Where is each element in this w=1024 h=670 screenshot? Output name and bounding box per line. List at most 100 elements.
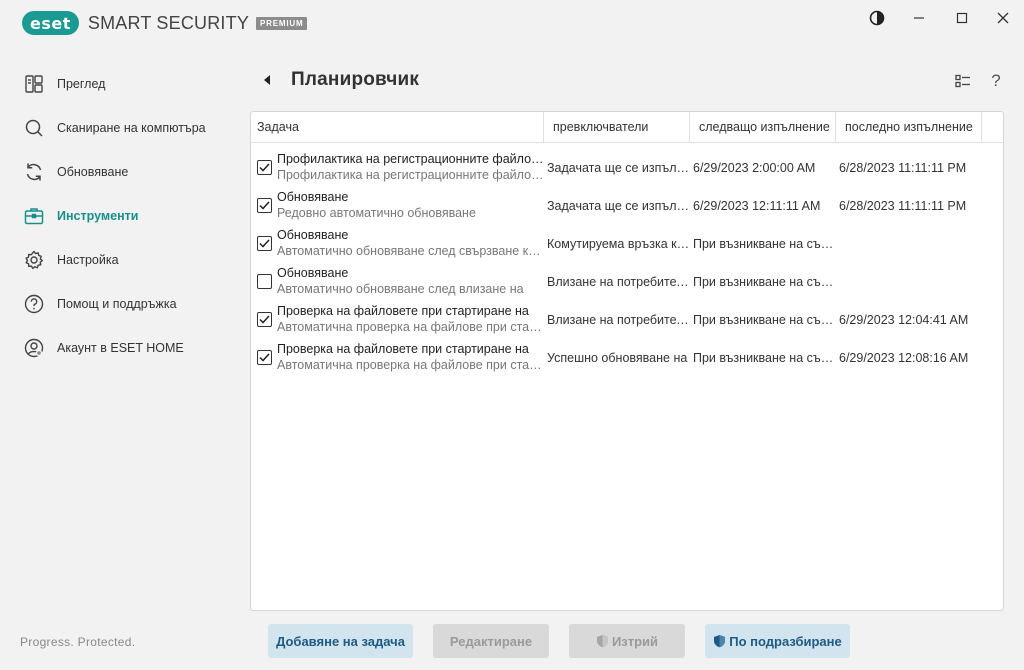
gear-icon [24,250,44,270]
sidebar-item-tools[interactable]: Инструменти [0,194,230,238]
shield-icon [596,634,609,648]
close-button[interactable] [989,7,1017,29]
task-cell: Обновяване Автоматично обновяване след с… [251,225,544,263]
table-row[interactable]: Обновяване Автоматично обновяване след в… [251,263,1003,301]
sidebar-nav: Преглед Сканиране на компютъра Обновяван… [0,62,230,370]
help-icon [24,294,44,314]
app-logo: eset SMART SECURITY PREMIUM [22,10,308,36]
search-icon [24,118,44,138]
table-body: Профилактика на регистрационните файлове… [251,143,1003,377]
scheduler-table: Задача превключватели следващо изпълнени… [250,111,1004,611]
column-header-last-run[interactable]: последно изпълнение [836,112,982,142]
task-cell: Проверка на файловете при стартиране на … [251,339,544,377]
task-next-run: При възникване на събитие [693,275,836,289]
page-title: Планировчик [291,69,420,90]
minimize-button[interactable] [905,7,933,29]
table-row[interactable]: Проверка на файловете при стартиране на … [251,339,1003,377]
checkmark-icon [259,353,270,362]
column-header-task[interactable]: Задача [251,112,544,142]
task-description: Профилактика на регистрационните файлове [277,168,544,182]
task-next-run: 6/29/2023 2:00:00 AM [693,161,816,175]
footer-status: Progress. Protected. [20,635,136,649]
column-header-next-run[interactable]: следващо изпълнение [690,112,836,142]
table-header: Задача превключватели следващо изпълнени… [251,112,1003,143]
task-last-run [836,263,982,301]
task-enabled-checkbox[interactable] [257,274,272,289]
sidebar-item-label: Акаунт в ESET HOME [57,341,184,355]
product-name: SMART SECURITY [87,12,250,33]
checkmark-icon [259,315,270,324]
sidebar-item-label: Помощ и поддръжка [57,297,177,311]
sidebar-item-label: Обновяване [57,165,129,179]
column-header-triggers[interactable]: превключватели [544,112,690,142]
task-enabled-checkbox[interactable] [257,350,272,365]
table-row[interactable]: Профилактика на регистрационните файлове… [251,149,1003,187]
checkmark-icon [259,239,270,248]
sidebar-item-help[interactable]: Помощ и поддръжка [0,282,230,326]
task-trigger: Влизане на потребителя [547,313,690,327]
task-name: Профилактика на регистрационните файлове [277,152,544,166]
task-description: Автоматично обновяване след влизане на [277,282,524,296]
task-last-run: 6/28/2023 11:11:11 PM [839,199,967,213]
close-icon [997,12,1009,24]
task-name: Обновяване [277,190,349,204]
eset-logo-mark: eset [22,11,79,35]
task-trigger: Задачата ще се изпълнява [547,161,690,175]
task-next-run: При възникване на събитие [693,237,836,251]
list-view-icon [955,74,970,88]
add-task-button[interactable]: Добавяне на задача [268,624,413,658]
task-enabled-checkbox[interactable] [257,198,272,213]
title-bar: eset SMART SECURITY PREMIUM [0,0,1024,44]
maximize-button[interactable] [948,7,976,29]
restore-default-button[interactable]: По подразбиране [705,624,850,658]
table-row[interactable]: Обновяване Редовно автоматично обновяван… [251,187,1003,225]
delete-task-button[interactable]: Изтрий [569,624,685,658]
task-enabled-checkbox[interactable] [257,236,272,251]
refresh-icon [24,162,44,182]
task-trigger: Влизане на потребителя [547,275,690,289]
sidebar-item-overview[interactable]: Преглед [0,62,230,106]
help-button[interactable]: ? [985,70,1007,92]
task-last-run [836,225,982,263]
task-description: Автоматично обновяване след свързване къ… [277,244,544,258]
task-last-run: 6/29/2023 12:04:41 AM [839,313,969,327]
sidebar-item-account[interactable]: Акаунт в ESET HOME [0,326,230,370]
task-next-run: 6/29/2023 12:11:11 AM [693,199,821,213]
shield-icon [713,634,726,648]
task-last-run: 6/28/2023 11:11:11 PM [839,161,967,175]
task-cell: Обновяване Редовно автоматично обновяван… [251,187,544,225]
task-description: Автоматична проверка на файлове при стар… [277,358,544,372]
back-button[interactable] [262,73,274,87]
task-cell: Обновяване Автоматично обновяване след в… [251,263,544,301]
toolbox-icon [24,206,44,226]
task-name: Обновяване [277,228,349,242]
task-cell: Профилактика на регистрационните файлове… [251,149,544,187]
maximize-icon [956,12,968,24]
sidebar-item-setup[interactable]: Настройка [0,238,230,282]
overview-icon [24,74,44,94]
task-cell: Проверка на файловете при стартиране на … [251,301,544,339]
theme-toggle-button[interactable] [863,7,891,29]
sidebar-item-label: Преглед [57,77,106,91]
sidebar-item-update[interactable]: Обновяване [0,150,230,194]
checkmark-icon [259,163,270,172]
task-description: Редовно автоматично обновяване [277,206,476,220]
task-trigger: Успешно обновяване на [547,351,688,365]
table-row[interactable]: Проверка на файловете при стартиране на … [251,301,1003,339]
minimize-icon [914,17,924,19]
task-name: Проверка на файловете при стартиране на [277,342,529,356]
table-row[interactable]: Обновяване Автоматично обновяване след с… [251,225,1003,263]
task-last-run: 6/29/2023 12:08:16 AM [839,351,969,365]
task-enabled-checkbox[interactable] [257,312,272,327]
view-toggle-button[interactable] [952,70,974,92]
task-enabled-checkbox[interactable] [257,160,272,175]
restore-default-label: По подразбиране [729,633,842,649]
back-arrow-icon [264,75,270,85]
task-next-run: При възникване на събитие [693,351,836,365]
sidebar-item-computer-scan[interactable]: Сканиране на компютъра [0,106,230,150]
sidebar-item-label: Сканиране на компютъра [57,121,206,135]
contrast-icon [869,10,885,26]
edition-badge: PREMIUM [256,16,308,30]
sidebar-item-label: Настройка [57,253,119,267]
edit-task-button[interactable]: Редактиране [433,624,549,658]
